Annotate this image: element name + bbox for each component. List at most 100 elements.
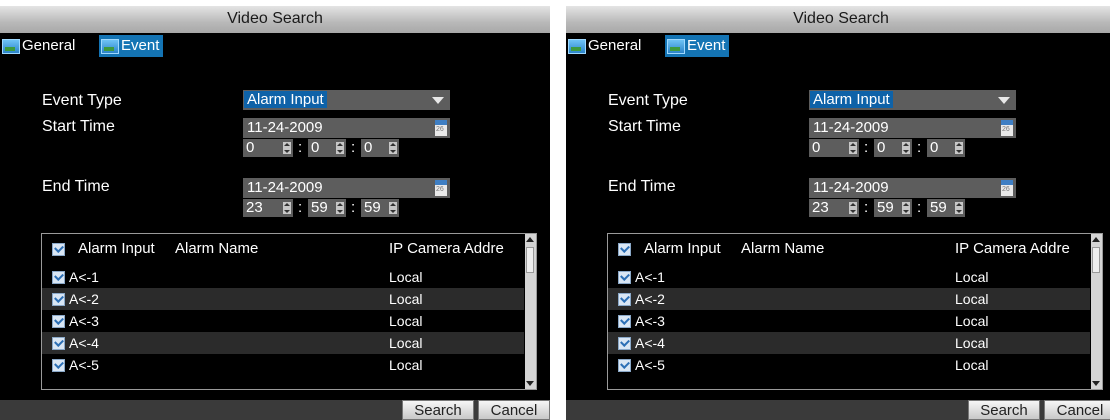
start-second-spinner[interactable]: 0 bbox=[361, 139, 399, 157]
event-type-label: Event Type bbox=[608, 92, 688, 109]
alarm-input-cell: A<-2 bbox=[69, 291, 99, 307]
start-hour-spinner[interactable]: 0 bbox=[243, 139, 293, 157]
spinner-arrows-icon[interactable] bbox=[955, 202, 963, 214]
tab-bar: General Event bbox=[566, 33, 1110, 59]
event-type-select[interactable]: Alarm Input bbox=[809, 90, 1016, 110]
end-hour-spinner[interactable]: 23 bbox=[243, 199, 293, 217]
start-time-label: Start Time bbox=[42, 118, 115, 135]
start-hour-spinner[interactable]: 0 bbox=[809, 139, 859, 157]
spinner-arrows-icon[interactable] bbox=[389, 202, 397, 214]
end-minute-spinner[interactable]: 59 bbox=[308, 199, 346, 217]
spinner-arrows-icon[interactable] bbox=[849, 142, 857, 154]
end-date-field[interactable]: 11-24-2009 bbox=[243, 178, 450, 198]
start-hour-value: 0 bbox=[246, 139, 255, 156]
start-date-value: 11-24-2009 bbox=[247, 119, 323, 136]
tab-event[interactable]: Event bbox=[665, 35, 730, 57]
row-checkbox[interactable] bbox=[52, 359, 65, 372]
row-checkbox[interactable] bbox=[618, 293, 631, 306]
end-second-spinner[interactable]: 59 bbox=[361, 199, 399, 217]
calendar-icon[interactable]: 26 bbox=[435, 180, 447, 196]
table-scrollbar[interactable] bbox=[525, 234, 536, 389]
spinner-arrows-icon[interactable] bbox=[336, 142, 344, 154]
end-minute-value: 59 bbox=[311, 199, 328, 216]
scrollbar-thumb[interactable] bbox=[1092, 247, 1100, 273]
alarm-input-cell: A<-5 bbox=[635, 357, 665, 373]
start-date-field[interactable]: 11-24-2009 bbox=[243, 118, 450, 138]
end-second-value: 59 bbox=[930, 199, 947, 216]
start-date-field[interactable]: 11-24-2009 bbox=[809, 118, 1016, 138]
calendar-icon[interactable]: 26 bbox=[1001, 120, 1013, 136]
end-second-value: 59 bbox=[364, 199, 381, 216]
scroll-up-icon[interactable] bbox=[1092, 237, 1100, 242]
button-bar: Search Cancel bbox=[566, 400, 1110, 420]
tab-general-label: General bbox=[22, 37, 76, 54]
spinner-arrows-icon[interactable] bbox=[849, 202, 857, 214]
select-all-checkbox[interactable] bbox=[52, 243, 65, 256]
start-time-label: Start Time bbox=[608, 118, 681, 135]
spinner-arrows-icon[interactable] bbox=[389, 142, 397, 154]
row-checkbox[interactable] bbox=[52, 337, 65, 350]
scrollbar-thumb[interactable] bbox=[526, 247, 534, 273]
spinner-arrows-icon[interactable] bbox=[902, 142, 910, 154]
alarm-input-cell: A<-1 bbox=[635, 269, 665, 285]
spinner-arrows-icon[interactable] bbox=[902, 202, 910, 214]
row-checkbox[interactable] bbox=[618, 337, 631, 350]
end-second-spinner[interactable]: 59 bbox=[927, 199, 965, 217]
row-checkbox[interactable] bbox=[52, 293, 65, 306]
scroll-down-icon[interactable] bbox=[526, 381, 534, 386]
time-separator: : bbox=[298, 139, 303, 156]
table-row[interactable]: A<-1 Local bbox=[608, 266, 1090, 288]
spinner-arrows-icon[interactable] bbox=[283, 202, 291, 214]
table-row[interactable]: A<-4 Local bbox=[608, 332, 1090, 354]
select-all-checkbox[interactable] bbox=[618, 243, 631, 256]
row-checkbox[interactable] bbox=[52, 271, 65, 284]
cancel-button[interactable]: Cancel bbox=[478, 400, 550, 420]
ip-camera-cell: Local bbox=[389, 357, 423, 373]
end-date-field[interactable]: 11-24-2009 bbox=[809, 178, 1016, 198]
end-minute-spinner[interactable]: 59 bbox=[874, 199, 912, 217]
alarm-input-cell: A<-3 bbox=[69, 313, 99, 329]
spinner-arrows-icon[interactable] bbox=[955, 142, 963, 154]
video-search-dialog-right: Video Search General Event Event Type Al… bbox=[566, 6, 1110, 420]
time-separator: : bbox=[917, 199, 922, 216]
start-hour-value: 0 bbox=[812, 139, 821, 156]
table-row[interactable]: A<-5 Local bbox=[42, 354, 524, 376]
row-checkbox[interactable] bbox=[618, 271, 631, 284]
calendar-icon[interactable]: 26 bbox=[1001, 180, 1013, 196]
table-row[interactable]: A<-5 Local bbox=[608, 354, 1090, 376]
start-second-spinner[interactable]: 0 bbox=[927, 139, 965, 157]
search-button[interactable]: Search bbox=[402, 400, 474, 420]
event-type-select[interactable]: Alarm Input bbox=[243, 90, 450, 110]
end-hour-spinner[interactable]: 23 bbox=[809, 199, 859, 217]
start-minute-value: 0 bbox=[311, 139, 320, 156]
spinner-arrows-icon[interactable] bbox=[336, 202, 344, 214]
tab-event[interactable]: Event bbox=[99, 35, 164, 57]
spinner-arrows-icon[interactable] bbox=[283, 142, 291, 154]
table-row[interactable]: A<-3 Local bbox=[608, 310, 1090, 332]
row-checkbox[interactable] bbox=[52, 315, 65, 328]
event-type-label: Event Type bbox=[42, 92, 122, 109]
table-row[interactable]: A<-2 Local bbox=[42, 288, 524, 310]
end-hour-value: 23 bbox=[812, 199, 829, 216]
calendar-icon[interactable]: 26 bbox=[435, 120, 447, 136]
scroll-down-icon[interactable] bbox=[1092, 381, 1100, 386]
search-button[interactable]: Search bbox=[968, 400, 1040, 420]
cancel-button[interactable]: Cancel bbox=[1044, 400, 1110, 420]
alarm-input-cell: A<-4 bbox=[69, 335, 99, 351]
row-checkbox[interactable] bbox=[618, 359, 631, 372]
table-scrollbar[interactable] bbox=[1091, 234, 1102, 389]
start-minute-spinner[interactable]: 0 bbox=[308, 139, 346, 157]
scroll-up-icon[interactable] bbox=[526, 237, 534, 242]
table-row[interactable]: A<-4 Local bbox=[42, 332, 524, 354]
row-checkbox[interactable] bbox=[618, 315, 631, 328]
end-date-value: 11-24-2009 bbox=[247, 179, 323, 196]
table-header: Alarm Input Alarm Name IP Camera Addre bbox=[42, 234, 524, 265]
column-header-alarm-name: Alarm Name bbox=[175, 240, 259, 257]
start-minute-spinner[interactable]: 0 bbox=[874, 139, 912, 157]
tab-general[interactable]: General bbox=[0, 35, 79, 57]
table-row[interactable]: A<-1 Local bbox=[42, 266, 524, 288]
tab-general[interactable]: General bbox=[566, 35, 645, 57]
table-row[interactable]: A<-3 Local bbox=[42, 310, 524, 332]
tab-bar: General Event bbox=[0, 33, 550, 59]
table-row[interactable]: A<-2 Local bbox=[608, 288, 1090, 310]
